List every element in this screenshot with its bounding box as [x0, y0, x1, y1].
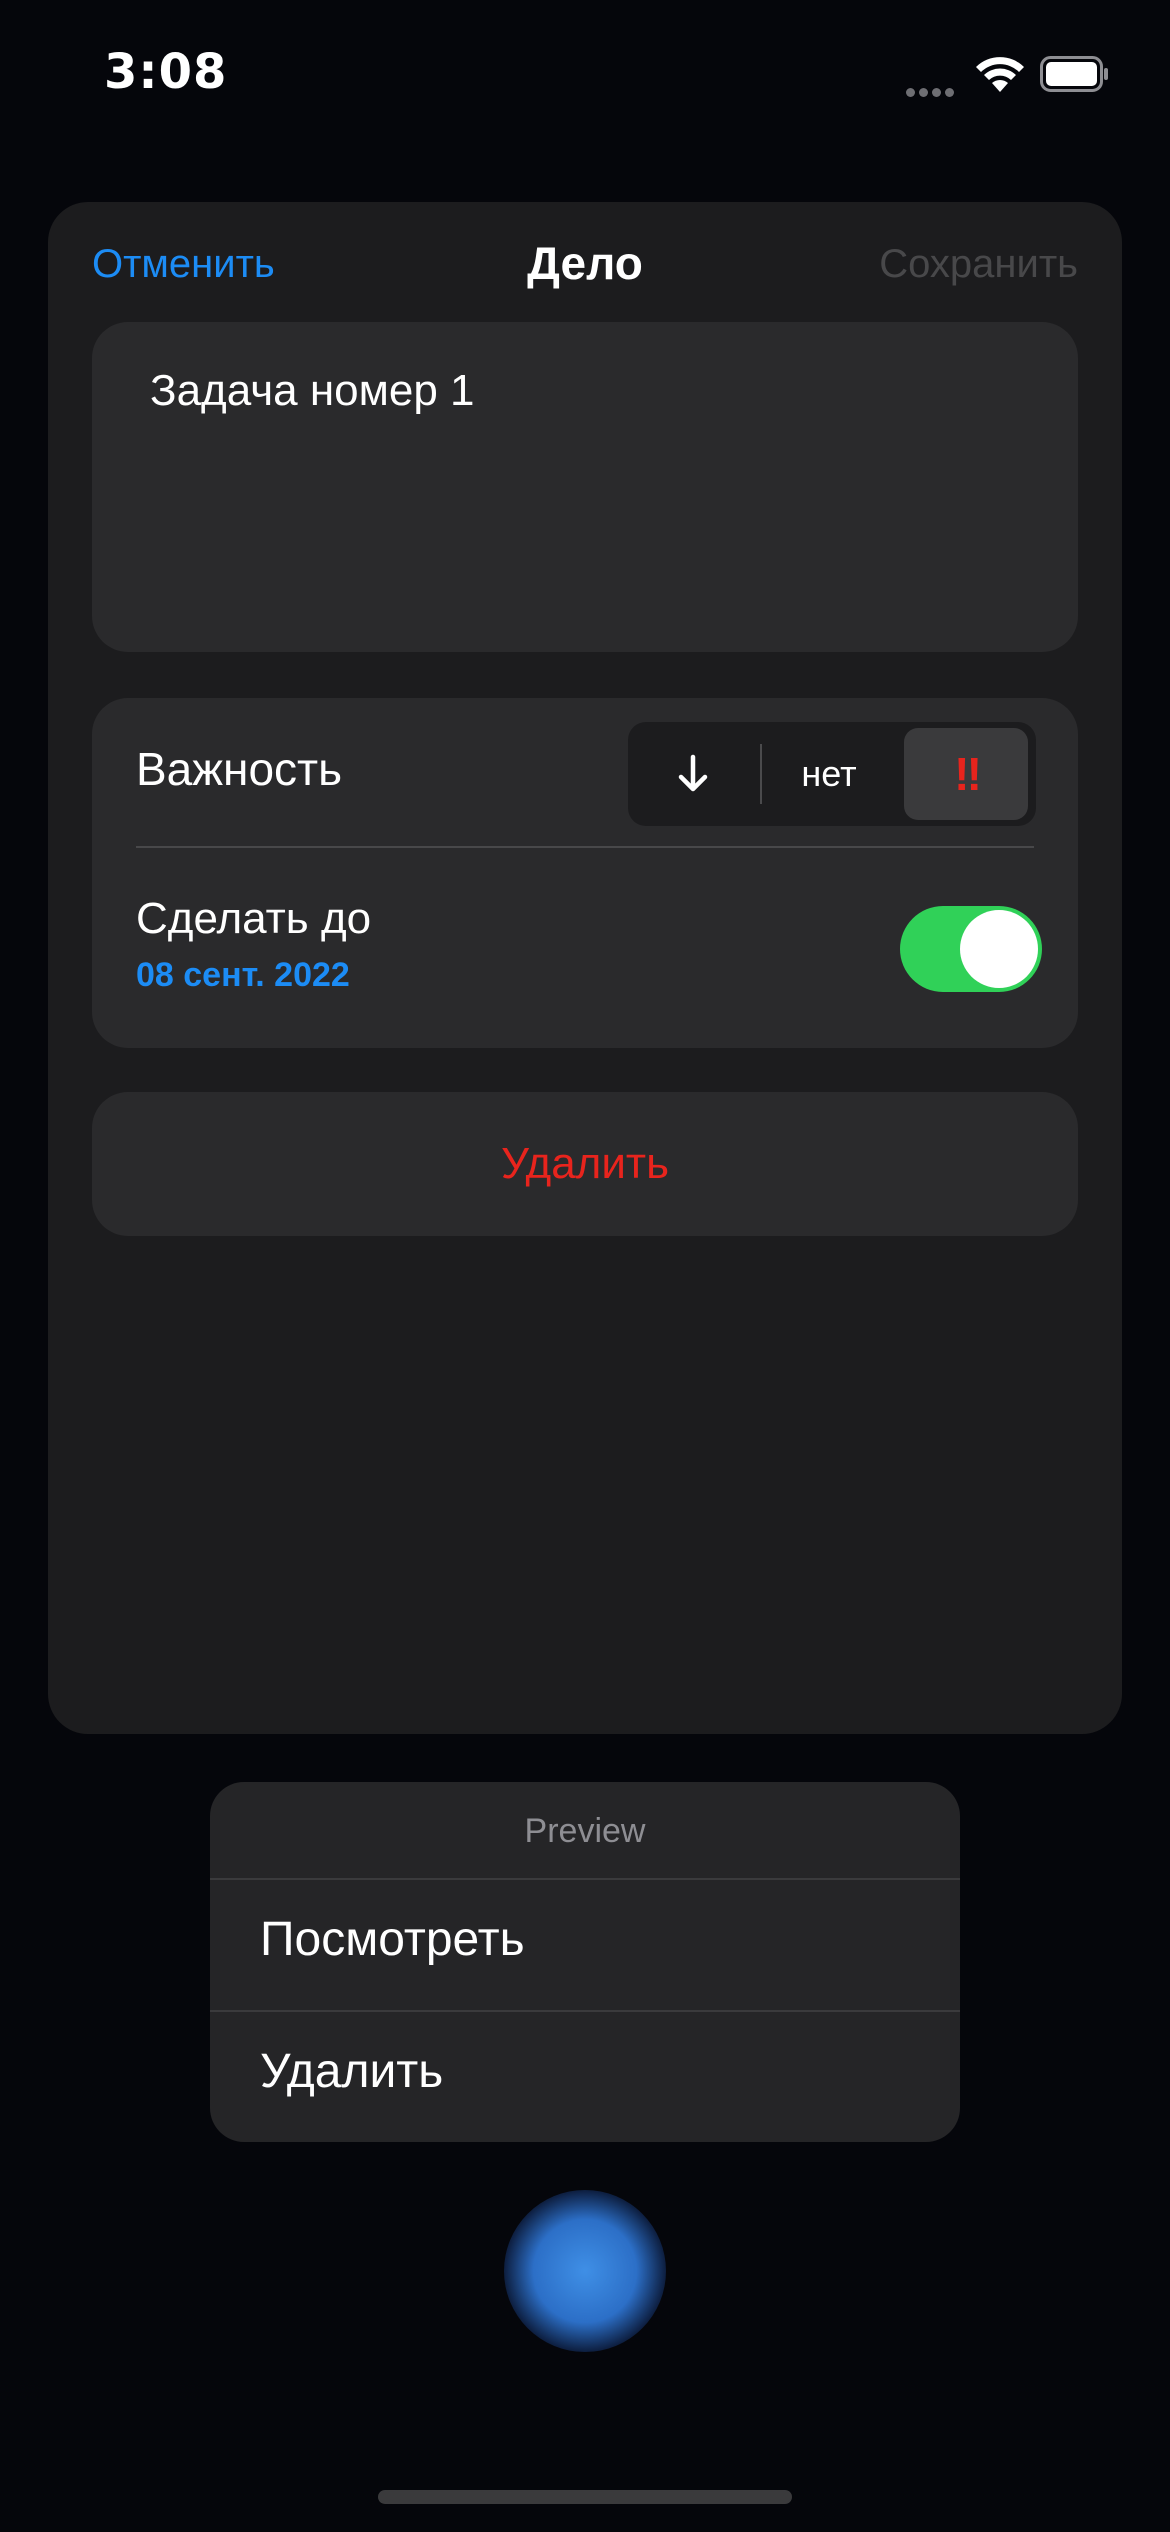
wifi-icon [976, 57, 1024, 92]
arrow-down-icon [678, 754, 708, 792]
delete-button[interactable]: Удалить [92, 1092, 1078, 1236]
context-menu-header: Preview [524, 1811, 646, 1850]
home-indicator[interactable] [378, 2490, 792, 2504]
deadline-label: Сделать до [136, 894, 372, 943]
divider [210, 2010, 960, 2012]
importance-none-segment[interactable]: нет [762, 722, 896, 826]
importance-label: Важность [136, 743, 343, 795]
divider [136, 846, 1034, 848]
screen: 3:08 Отменить Дело Сохранить Задача номе… [0, 0, 1170, 2532]
task-text-area[interactable]: Задача номер 1 [92, 322, 1078, 652]
importance-low-segment[interactable] [628, 722, 758, 826]
task-edit-sheet: Отменить Дело Сохранить Задача номер 1 В… [48, 202, 1122, 1734]
deadline-date[interactable]: 08 сент. 2022 [136, 956, 350, 995]
menu-item-delete[interactable]: Удалить [260, 2044, 443, 2099]
touch-indicator [504, 2190, 666, 2352]
signal-icon [906, 82, 960, 97]
task-text: Задача номер 1 [150, 366, 475, 415]
save-button[interactable]: Сохранить [879, 242, 1078, 287]
divider [210, 1878, 960, 1880]
menu-item-view[interactable]: Посмотреть [260, 1912, 525, 1967]
toggle-knob [960, 910, 1038, 988]
context-menu: Preview Посмотреть Удалить [210, 1782, 960, 2142]
battery-icon [1040, 56, 1108, 92]
status-time: 3:08 [104, 44, 228, 100]
settings-card: Важность нет ‼ Сделать до 08 сент. 2022 [92, 698, 1078, 1048]
deadline-toggle[interactable] [900, 906, 1042, 992]
importance-segmented-control: нет ‼ [628, 722, 1036, 826]
importance-high-segment[interactable]: ‼ [904, 728, 1028, 820]
